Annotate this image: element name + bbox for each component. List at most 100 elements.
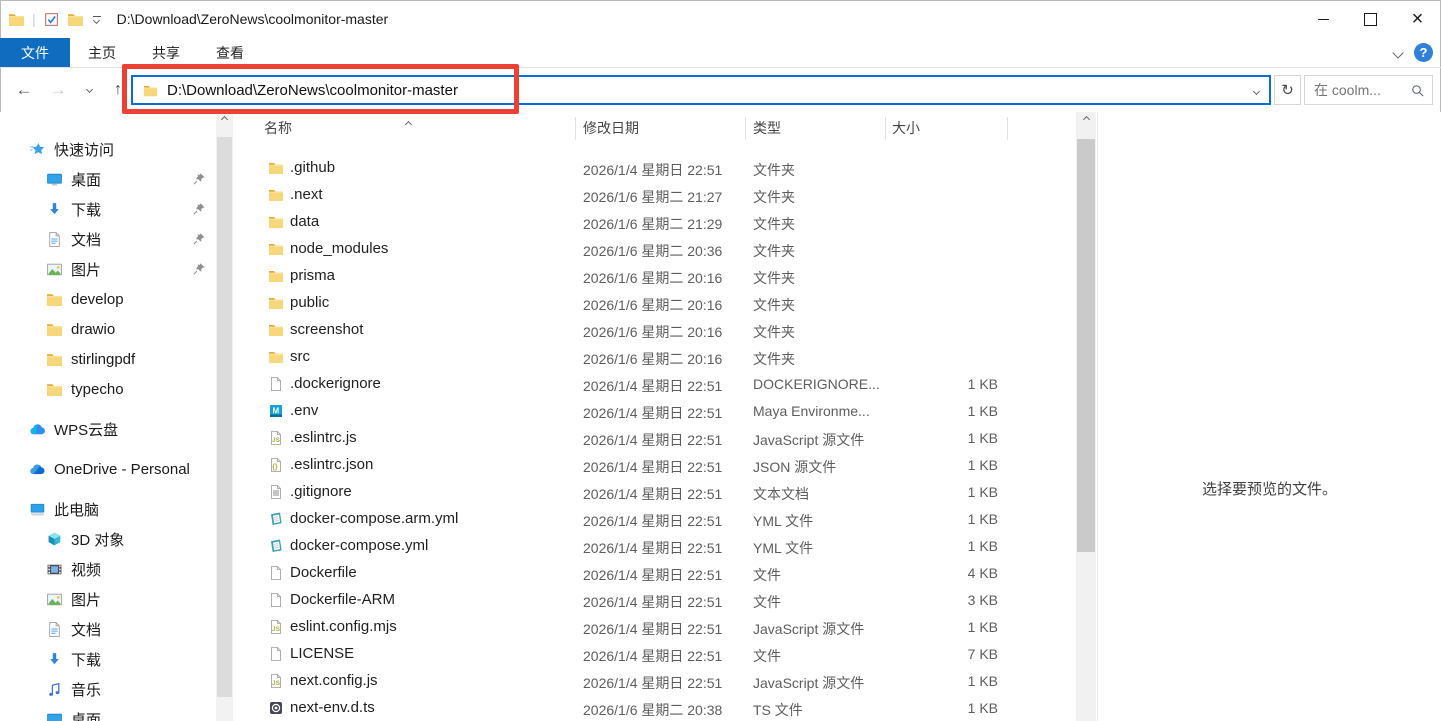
column-header-date[interactable]: 修改日期 bbox=[583, 118, 639, 138]
document-icon bbox=[46, 621, 63, 638]
table-row[interactable]: node_modules 2026/1/6 星期二 20:36 文件夹 bbox=[240, 236, 1076, 263]
table-row[interactable]: .next 2026/1/6 星期二 21:27 文件夹 bbox=[240, 182, 1076, 209]
recent-locations-chevron-icon[interactable] bbox=[78, 67, 100, 112]
table-row[interactable]: .github 2026/1/4 星期日 22:51 文件夹 bbox=[240, 155, 1076, 182]
sidebar-item-drawio[interactable]: drawio bbox=[0, 314, 216, 344]
tab-file[interactable]: 文件 bbox=[0, 38, 70, 67]
cell-size: 1 KB bbox=[967, 457, 998, 473]
table-row[interactable]: Dockerfile 2026/1/4 星期日 22:51 文件 4 KB bbox=[240, 560, 1076, 587]
sidebar-item-pictures[interactable]: 图片 bbox=[0, 584, 216, 614]
table-row[interactable]: public 2026/1/6 星期二 20:16 文件夹 bbox=[240, 290, 1076, 317]
folder-file-icon bbox=[268, 268, 284, 284]
tab-view[interactable]: 查看 bbox=[198, 38, 262, 67]
column-header-name[interactable]: 名称 bbox=[264, 118, 292, 138]
table-row[interactable]: JS .eslintrc.js 2026/1/4 星期日 22:51 JavaScri… bbox=[240, 425, 1076, 452]
table-row[interactable]: JS eslint.config.mjs 2026/1/4 星期日 22:51 Jav… bbox=[240, 614, 1076, 641]
quick-access-toolbar: | bbox=[0, 11, 101, 28]
scroll-up-icon[interactable] bbox=[216, 115, 233, 124]
sidebar-scrollbar[interactable] bbox=[216, 112, 233, 721]
cell-size: 1 KB bbox=[967, 430, 998, 446]
column-divider[interactable] bbox=[885, 117, 886, 140]
table-row[interactable]: next-env.d.ts 2026/1/6 星期二 20:38 TS 文件 1 KB bbox=[240, 695, 1076, 721]
scroll-up-icon[interactable] bbox=[1076, 115, 1096, 124]
table-row[interactable]: JS next.config.js 2026/1/4 星期日 22:51 JavaSc… bbox=[240, 668, 1076, 695]
address-dropdown-chevron-icon[interactable] bbox=[1252, 81, 1261, 99]
sidebar-item-music[interactable]: 音乐 bbox=[0, 674, 216, 704]
back-button[interactable]: ← bbox=[8, 67, 40, 112]
desktop-icon bbox=[46, 171, 63, 188]
cell-type: JavaScript 源文件 bbox=[753, 432, 865, 448]
cell-name: src bbox=[290, 348, 310, 365]
sidebar-item-videos[interactable]: 视频 bbox=[0, 554, 216, 584]
desktop-icon bbox=[46, 711, 63, 721]
file-list-scrollbar[interactable] bbox=[1076, 112, 1096, 721]
cell-name: screenshot bbox=[290, 321, 364, 338]
sidebar-item-desktop[interactable]: 桌面 bbox=[0, 704, 216, 721]
checkbox-properties-icon[interactable] bbox=[43, 11, 60, 28]
table-row[interactable]: prisma 2026/1/6 星期二 20:16 文件夹 bbox=[240, 263, 1076, 290]
sidebar-item-pictures-pinned[interactable]: 图片 bbox=[0, 254, 216, 284]
sidebar-item-typecho[interactable]: typecho bbox=[0, 374, 216, 404]
cell-date: 2026/1/6 星期二 20:16 bbox=[583, 270, 723, 286]
forward-button[interactable]: → bbox=[42, 67, 74, 112]
column-divider[interactable] bbox=[1007, 117, 1008, 140]
scrollbar-thumb[interactable] bbox=[1077, 139, 1095, 552]
customize-toolbar-chevron-icon[interactable] bbox=[92, 15, 101, 24]
table-row[interactable]: M .env 2026/1/4 星期日 22:51 Maya Environme...… bbox=[240, 398, 1076, 425]
cell-date: 2026/1/4 星期日 22:51 bbox=[583, 513, 723, 529]
minimize-button[interactable] bbox=[1300, 0, 1347, 38]
scrollbar-thumb[interactable] bbox=[217, 137, 232, 697]
column-divider[interactable] bbox=[745, 117, 746, 140]
column-divider[interactable] bbox=[575, 117, 576, 140]
sidebar-item-this-pc[interactable]: 此电脑 bbox=[0, 494, 216, 524]
pictures-icon bbox=[46, 261, 63, 278]
cell-type: TS 文件 bbox=[753, 702, 803, 718]
cell-date: 2026/1/4 星期日 22:51 bbox=[583, 594, 723, 610]
tab-home[interactable]: 主页 bbox=[70, 38, 134, 67]
table-row[interactable]: {} .eslintrc.json 2026/1/4 星期日 22:51 JSON 源… bbox=[240, 452, 1076, 479]
maya-file-icon: M bbox=[268, 403, 284, 419]
thispc-icon bbox=[29, 501, 46, 518]
column-header-size[interactable]: 大小 bbox=[892, 118, 920, 138]
preview-pane: 选择要预览的文件。 bbox=[1097, 112, 1441, 721]
table-row[interactable]: docker-compose.yml 2026/1/4 星期日 22:51 YML … bbox=[240, 533, 1076, 560]
sidebar-item-onedrive[interactable]: OneDrive - Personal bbox=[0, 454, 216, 484]
sidebar-item-3d-objects[interactable]: 3D 对象 bbox=[0, 524, 216, 554]
table-row[interactable]: screenshot 2026/1/6 星期二 20:16 文件夹 bbox=[240, 317, 1076, 344]
up-button[interactable]: ↑ bbox=[102, 67, 134, 112]
cell-date: 2026/1/4 星期日 22:51 bbox=[583, 675, 723, 691]
table-row[interactable]: docker-compose.arm.yml 2026/1/4 星期日 22:51… bbox=[240, 506, 1076, 533]
new-folder-icon[interactable] bbox=[67, 11, 84, 28]
refresh-button[interactable]: ↻ bbox=[1274, 75, 1301, 105]
yml-file-icon bbox=[268, 538, 284, 554]
table-row[interactable]: Dockerfile-ARM 2026/1/4 星期日 22:51 文件 3 KB bbox=[240, 587, 1076, 614]
table-row[interactable]: data 2026/1/6 星期二 21:29 文件夹 bbox=[240, 209, 1076, 236]
table-row[interactable]: LICENSE 2026/1/4 星期日 22:51 文件 7 KB bbox=[240, 641, 1076, 668]
sidebar-item-desktop-pinned[interactable]: 桌面 bbox=[0, 164, 216, 194]
sidebar-item-develop[interactable]: develop bbox=[0, 284, 216, 314]
collapse-ribbon-chevron-icon[interactable] bbox=[1392, 46, 1404, 59]
sidebar-item-wps-cloud[interactable]: WPS云盘 bbox=[0, 414, 216, 444]
address-bar[interactable]: D:\Download\ZeroNews\coolmonitor-master bbox=[131, 75, 1271, 105]
column-header-type[interactable]: 类型 bbox=[753, 118, 781, 138]
cell-name: Dockerfile bbox=[290, 564, 357, 581]
navigation-toolbar: ← → ↑ D:\Download\ZeroNews\coolmonitor-m… bbox=[0, 67, 1441, 112]
tab-share[interactable]: 共享 bbox=[134, 38, 198, 67]
close-button[interactable]: × bbox=[1394, 0, 1441, 38]
sidebar-item-downloads[interactable]: 下载 bbox=[0, 644, 216, 674]
svg-text:M: M bbox=[273, 407, 280, 416]
table-row[interactable]: src 2026/1/6 星期二 20:16 文件夹 bbox=[240, 344, 1076, 371]
sidebar-item-documents-pinned[interactable]: 文档 bbox=[0, 224, 216, 254]
sidebar-item-downloads-pinned[interactable]: 下载 bbox=[0, 194, 216, 224]
table-row[interactable]: .dockerignore 2026/1/4 星期日 22:51 DOCKERIGN… bbox=[240, 371, 1076, 398]
maximize-button[interactable] bbox=[1347, 0, 1394, 38]
pin-icon bbox=[192, 232, 206, 246]
sidebar-item-quick-access[interactable]: 快速访问 bbox=[0, 134, 216, 164]
json-file-icon: {} bbox=[268, 457, 284, 473]
sidebar-item-documents[interactable]: 文档 bbox=[0, 614, 216, 644]
sidebar-item-stirlingpdf[interactable]: stirlingpdf bbox=[0, 344, 216, 374]
cell-name: eslint.config.mjs bbox=[290, 618, 397, 635]
search-box[interactable]: 在 coolm... bbox=[1304, 75, 1433, 105]
help-button[interactable]: ? bbox=[1414, 43, 1433, 62]
table-row[interactable]: .gitignore 2026/1/4 星期日 22:51 文本文档 1 KB bbox=[240, 479, 1076, 506]
